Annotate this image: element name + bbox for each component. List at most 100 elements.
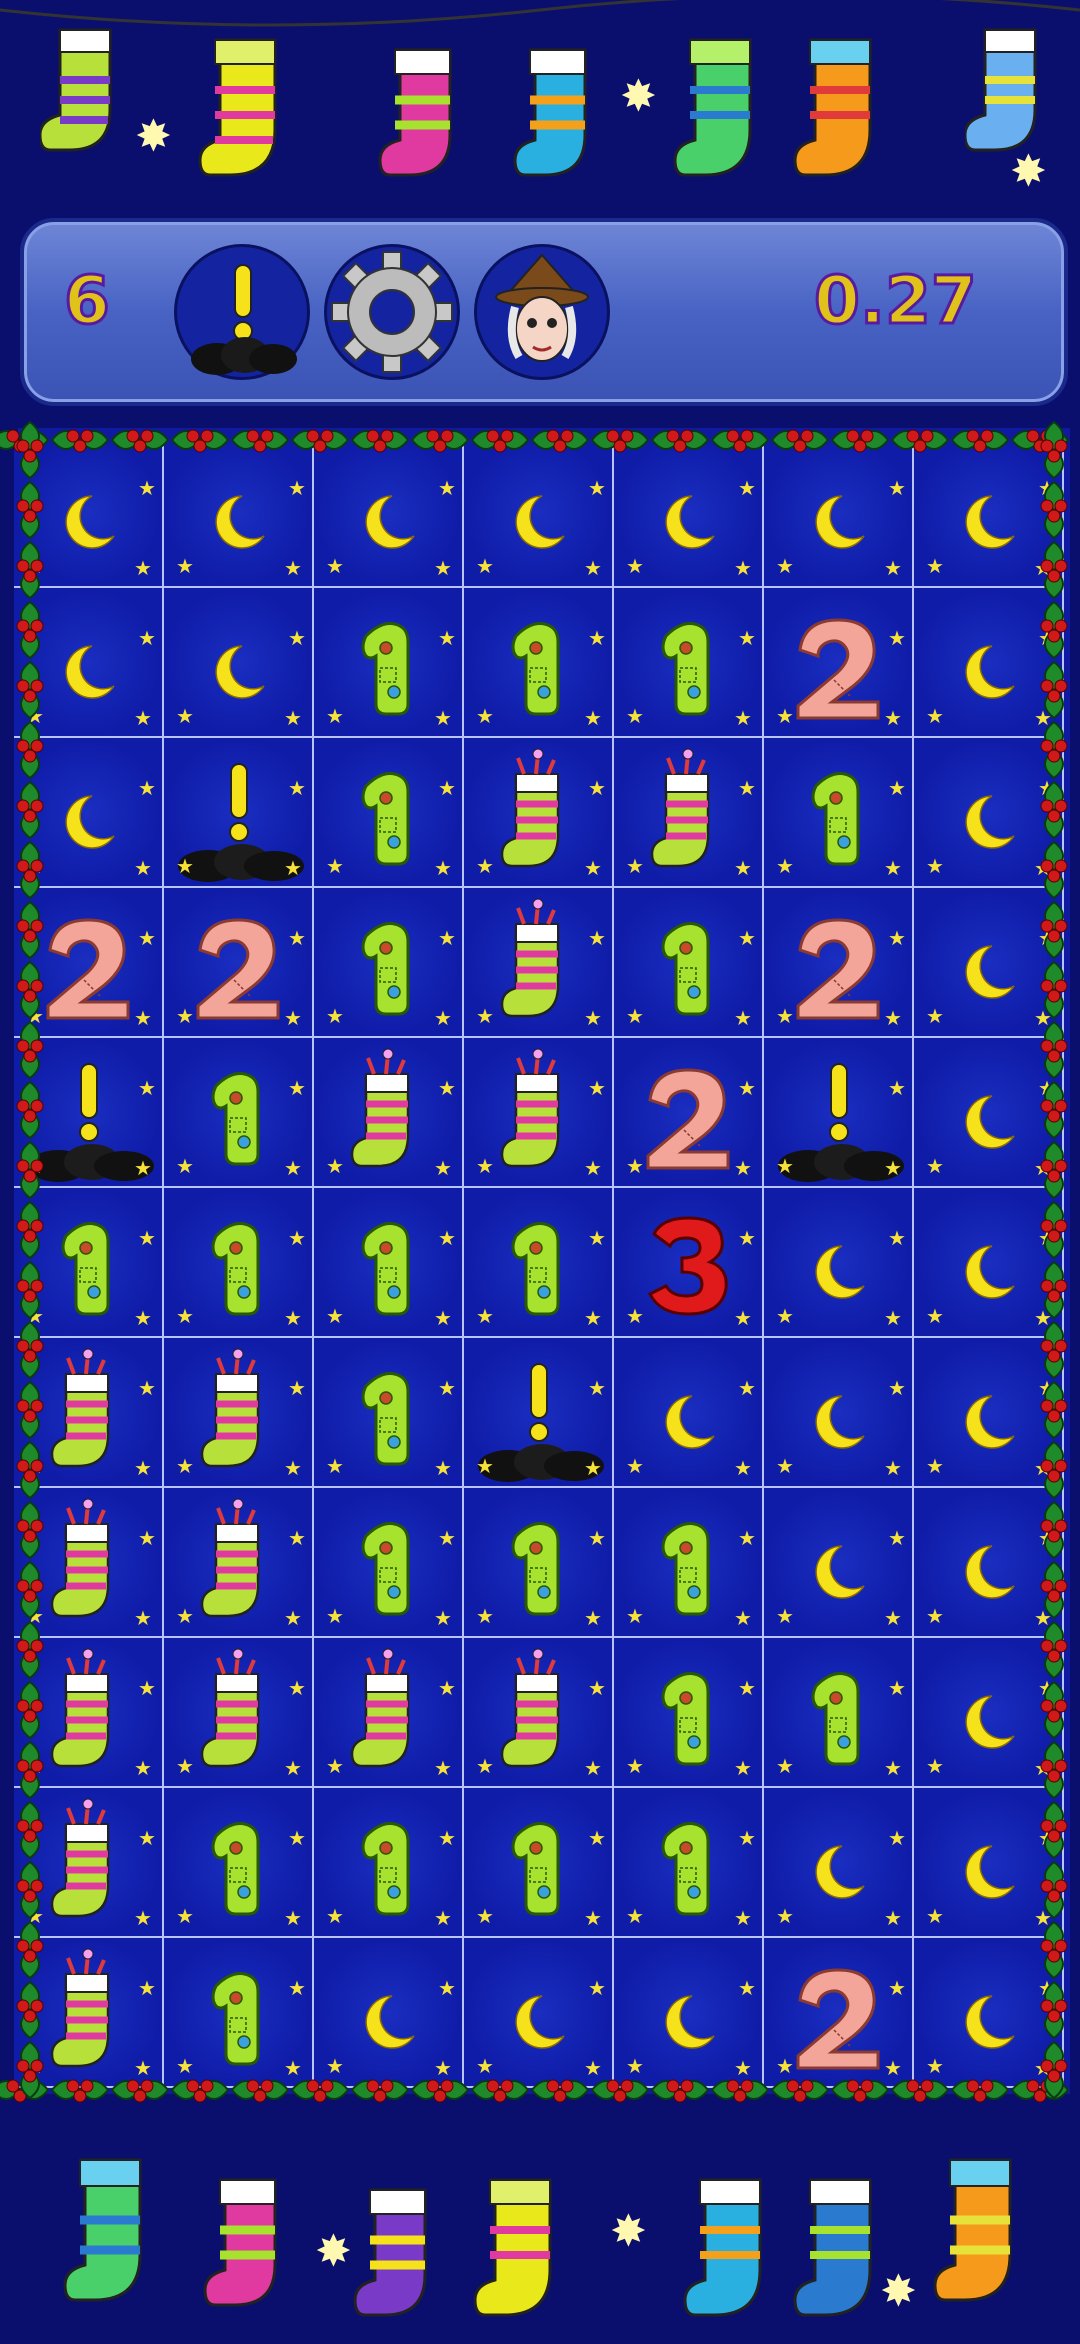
revealed-empty-cell[interactable]: ★ ★ ★ <box>614 1938 764 2088</box>
star-icon: ★ <box>476 704 494 728</box>
number-1-cell[interactable]: ★ ★ ★ <box>164 1188 314 1338</box>
number-2-cell[interactable]: ★ ★ ★ <box>614 1038 764 1188</box>
revealed-empty-cell[interactable]: ★ ★ ★ <box>314 438 464 588</box>
star-icon: ★ <box>1038 1526 1056 1550</box>
number-3-cell[interactable]: ★ ★ ★ <box>614 1188 764 1338</box>
number-1-cell[interactable]: ★ ★ ★ <box>614 1788 764 1938</box>
number-1-cell[interactable]: ★ ★ ★ <box>764 738 914 888</box>
star-icon: ★ <box>134 1306 152 1330</box>
star-icon: ★ <box>1038 626 1056 650</box>
star-icon: ★ <box>588 926 606 950</box>
revealed-empty-cell[interactable]: ★ ★ ★ <box>914 888 1064 1038</box>
number-1-cell[interactable]: ★ ★ ★ <box>164 1788 314 1938</box>
number-1-cell[interactable]: ★ ★ ★ <box>314 1338 464 1488</box>
flagged-stocking-cell[interactable]: ★ ★ ★ <box>314 1638 464 1788</box>
flagged-stocking-cell[interactable]: ★ ★ ★ <box>314 1038 464 1188</box>
number-1-cell[interactable]: ★ ★ ★ <box>464 1488 614 1638</box>
number-1-cell[interactable]: ★ ★ ★ <box>614 1488 764 1638</box>
hint-button[interactable] <box>174 244 310 380</box>
star-icon: ★ <box>326 1154 344 1178</box>
number-1-cell[interactable]: ★ ★ ★ <box>464 1188 614 1338</box>
revealed-empty-cell[interactable]: ★ ★ ★ <box>314 1938 464 2088</box>
flagged-stocking-cell[interactable]: ★ ★ ★ <box>14 1788 164 1938</box>
star-icon: ★ <box>884 1006 902 1030</box>
flagged-stocking-cell[interactable]: ★ ★ ★ <box>14 1488 164 1638</box>
mine-cell[interactable]: ★ ★ ★ <box>764 1038 914 1188</box>
settings-button[interactable] <box>324 244 460 380</box>
number-1-cell[interactable]: ★ ★ ★ <box>314 738 464 888</box>
revealed-empty-cell[interactable]: ★ ★ ★ <box>914 1638 1064 1788</box>
mine-cell[interactable]: ★ ★ ★ <box>14 1038 164 1188</box>
number-1-cell[interactable]: ★ ★ ★ <box>614 588 764 738</box>
revealed-empty-cell[interactable]: ★ ★ ★ <box>764 1188 914 1338</box>
revealed-empty-cell[interactable]: ★ ★ ★ <box>764 1338 914 1488</box>
revealed-empty-cell[interactable]: ★ ★ ★ <box>914 1188 1064 1338</box>
revealed-empty-cell[interactable]: ★ ★ ★ <box>14 738 164 888</box>
revealed-empty-cell[interactable]: ★ ★ ★ <box>764 438 914 588</box>
number-1-cell[interactable]: ★ ★ ★ <box>314 588 464 738</box>
star-icon: ★ <box>738 1976 756 2000</box>
flagged-stocking-cell[interactable]: ★ ★ ★ <box>464 1038 614 1188</box>
number-1-cell[interactable]: ★ ★ ★ <box>314 1188 464 1338</box>
revealed-empty-cell[interactable]: ★ ★ ★ <box>914 1938 1064 2088</box>
revealed-empty-cell[interactable]: ★ ★ ★ <box>914 438 1064 588</box>
character-button[interactable] <box>474 244 610 380</box>
star-icon: ★ <box>1034 1006 1052 1030</box>
number-2-cell[interactable]: ★ ★ ★ <box>764 888 914 1038</box>
number-2-cell[interactable]: ★ ★ ★ <box>764 1938 914 2088</box>
star-icon: ★ <box>588 1676 606 1700</box>
star-icon: ★ <box>588 1226 606 1250</box>
flagged-stocking-cell[interactable]: ★ ★ ★ <box>164 1338 314 1488</box>
revealed-empty-cell[interactable]: ★ ★ ★ <box>914 1038 1064 1188</box>
flagged-stocking-cell[interactable]: ★ ★ ★ <box>164 1638 314 1788</box>
star-icon: ★ <box>1038 1226 1056 1250</box>
number-1-cell[interactable]: ★ ★ ★ <box>614 888 764 1038</box>
number-1-cell[interactable]: ★ ★ ★ <box>314 888 464 1038</box>
flagged-stocking-cell[interactable]: ★ ★ ★ <box>14 1938 164 2088</box>
number-2-cell[interactable]: ★ ★ ★ <box>164 888 314 1038</box>
star-icon: ★ <box>884 1306 902 1330</box>
revealed-empty-cell[interactable]: ★ ★ ★ <box>14 588 164 738</box>
star-icon: ★ <box>926 1004 944 1028</box>
revealed-empty-cell[interactable]: ★ ★ ★ <box>914 1338 1064 1488</box>
star-icon: ★ <box>434 1756 452 1780</box>
number-1-cell[interactable]: ★ ★ ★ <box>464 1788 614 1938</box>
flagged-stocking-cell[interactable]: ★ ★ ★ <box>14 1338 164 1488</box>
number-1-cell[interactable]: ★ ★ ★ <box>14 1188 164 1338</box>
revealed-empty-cell[interactable]: ★ ★ ★ <box>914 1488 1064 1638</box>
flagged-stocking-cell[interactable]: ★ ★ ★ <box>614 738 764 888</box>
mine-cell[interactable]: ★ ★ ★ <box>164 738 314 888</box>
flagged-stocking-cell[interactable]: ★ ★ ★ <box>14 1638 164 1788</box>
number-1-cell[interactable]: ★ ★ ★ <box>764 1638 914 1788</box>
flagged-stocking-cell[interactable]: ★ ★ ★ <box>464 738 614 888</box>
number-2-cell[interactable]: ★ ★ ★ <box>764 588 914 738</box>
revealed-empty-cell[interactable]: ★ ★ ★ <box>914 1788 1064 1938</box>
number-1-cell[interactable]: ★ ★ ★ <box>614 1638 764 1788</box>
star-icon: ★ <box>888 626 906 650</box>
number-1-cell[interactable]: ★ ★ ★ <box>314 1788 464 1938</box>
revealed-empty-cell[interactable]: ★ ★ ★ <box>764 1488 914 1638</box>
hint-bomb-icon <box>191 264 297 375</box>
revealed-empty-cell[interactable]: ★ ★ ★ <box>764 1788 914 1938</box>
number-1-cell[interactable]: ★ ★ ★ <box>314 1488 464 1638</box>
flagged-stocking-cell[interactable]: ★ ★ ★ <box>464 888 614 1038</box>
number-1-cell[interactable]: ★ ★ ★ <box>164 1938 314 2088</box>
revealed-empty-cell[interactable]: ★ ★ ★ <box>914 588 1064 738</box>
revealed-empty-cell[interactable]: ★ ★ ★ <box>164 588 314 738</box>
star-icon: ★ <box>1038 1076 1056 1100</box>
revealed-empty-cell[interactable]: ★ ★ ★ <box>614 1338 764 1488</box>
revealed-empty-cell[interactable]: ★ ★ ★ <box>464 1938 614 2088</box>
flagged-stocking-cell[interactable]: ★ ★ ★ <box>464 1638 614 1788</box>
revealed-empty-cell[interactable]: ★ ★ ★ <box>614 438 764 588</box>
number-1-cell[interactable]: ★ ★ ★ <box>164 1038 314 1188</box>
revealed-empty-cell[interactable]: ★ ★ ★ <box>464 438 614 588</box>
star-icon: ★ <box>138 1376 156 1400</box>
stocking-icon <box>680 2170 790 2344</box>
number-1-cell[interactable]: ★ ★ ★ <box>464 588 614 738</box>
flagged-stocking-cell[interactable]: ★ ★ ★ <box>164 1488 314 1638</box>
revealed-empty-cell[interactable]: ★ ★ ★ <box>914 738 1064 888</box>
number-2-cell[interactable]: ★ ★ ★ <box>14 888 164 1038</box>
revealed-empty-cell[interactable]: ★ ★ ★ <box>14 438 164 588</box>
mine-cell[interactable]: ★ ★ ★ <box>464 1338 614 1488</box>
revealed-empty-cell[interactable]: ★ ★ ★ <box>164 438 314 588</box>
